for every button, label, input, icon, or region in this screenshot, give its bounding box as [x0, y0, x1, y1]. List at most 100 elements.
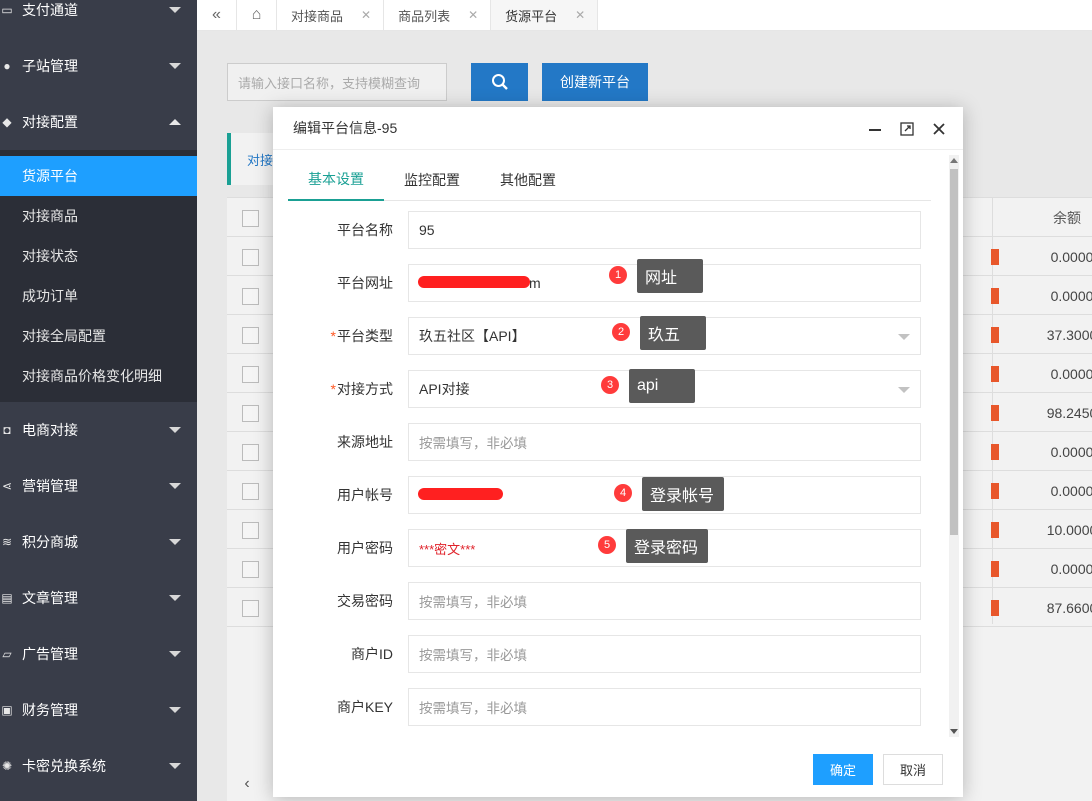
create-platform-button[interactable]: 创建新平台	[542, 63, 648, 101]
row-checkbox[interactable]	[242, 444, 259, 461]
sidebar-item-label: 财务管理	[22, 702, 78, 718]
sidebar-item-label: 成功订单	[22, 288, 78, 304]
tab-bar: « ⌂ 对接商品 ✕ 商品列表 ✕ 货源平台 ✕	[197, 0, 1092, 31]
close-icon[interactable]: ✕	[575, 8, 585, 22]
platform-type-value: 玖五社区【API】	[419, 328, 526, 344]
field-row-platform-name: 平台名称 95	[273, 211, 945, 249]
tab-docking-products[interactable]: 对接商品 ✕	[277, 0, 385, 30]
row-checkbox[interactable]	[242, 327, 259, 344]
row-checkbox[interactable]	[242, 249, 259, 266]
minimize-button[interactable]	[865, 119, 885, 139]
balance-cell: 10.0000	[1046, 521, 1092, 538]
confirm-button[interactable]: 确定	[813, 754, 873, 785]
chevron-down-icon	[169, 427, 181, 433]
chevron-down-icon	[169, 707, 181, 713]
search-button[interactable]	[471, 63, 528, 101]
card-icon: ▭	[1, 3, 13, 17]
merchant-key-input[interactable]: 按需填写，非必填	[408, 688, 921, 726]
redaction-mark	[418, 488, 503, 500]
platform-url-value: m	[529, 275, 541, 291]
user-icon: ●	[3, 59, 11, 73]
field-label: 商户KEY	[336, 699, 393, 715]
sidebar-subitem-docking-status[interactable]: 对接状态	[0, 236, 197, 276]
maximize-icon	[900, 122, 914, 136]
sidebar-item-card-exchange[interactable]: ✺ 卡密兑换系统	[0, 738, 197, 794]
required-mark: *	[330, 381, 336, 397]
tab-monitor-config[interactable]: 监控配置	[384, 159, 480, 201]
merchant-id-input[interactable]: 按需填写，非必填	[408, 635, 921, 673]
row-checkbox[interactable]	[242, 483, 259, 500]
row-checkbox[interactable]	[242, 561, 259, 578]
sidebar-item-finance[interactable]: ▣ 财务管理	[0, 682, 197, 738]
sidebar-item-points-mall[interactable]: ≋ 积分商城	[0, 514, 197, 570]
close-icon[interactable]: ✕	[468, 8, 478, 22]
tab-source-platform[interactable]: 货源平台 ✕	[491, 0, 599, 30]
sidebar-item-docking-config[interactable]: ◆ 对接配置	[0, 94, 197, 150]
modal-header: 编辑平台信息-95	[273, 107, 963, 150]
tab-product-list[interactable]: 商品列表 ✕	[384, 0, 492, 30]
field-label: 平台网址	[337, 275, 393, 291]
sidebar-item-label: 对接全局配置	[22, 328, 106, 344]
sidebar-item-label: 对接状态	[22, 248, 78, 264]
row-checkbox[interactable]	[242, 288, 259, 305]
minimize-icon	[869, 129, 881, 131]
row-checkbox[interactable]	[242, 600, 259, 617]
home-tab[interactable]: ⌂	[237, 0, 277, 30]
folder-icon: ▱	[2, 647, 12, 661]
annotation-callout: 登录密码	[626, 529, 708, 563]
annotation-callout: 登录帐号	[642, 477, 724, 511]
row-checkbox[interactable]	[242, 522, 259, 539]
field-label: * 平台类型	[273, 317, 393, 355]
platform-name-input[interactable]: 95	[408, 211, 921, 249]
ledger-icon: ▣	[1, 703, 13, 717]
sidebar-item-marketing[interactable]: ⋖ 营销管理	[0, 458, 197, 514]
pager-prev-button[interactable]: ‹	[227, 769, 267, 799]
close-button[interactable]	[929, 119, 949, 139]
chevron-down-icon	[898, 387, 910, 393]
field-row-merchant-key: 商户KEY 按需填写，非必填	[273, 688, 945, 726]
docking-method-value: API对接	[419, 381, 470, 397]
search-input[interactable]: 请输入接口名称，支持模糊查询	[227, 63, 447, 101]
tab-label: 对接商品	[291, 8, 344, 24]
select-all-checkbox[interactable]	[242, 210, 259, 227]
sidebar-item-label: 营销管理	[22, 478, 78, 494]
submenu-docking-config: 货源平台 对接商品 对接状态 成功订单 对接全局配置 对接商品价格变化明细	[0, 150, 197, 402]
scroll-down-icon[interactable]	[950, 729, 958, 734]
sidebar-item-label: 卡密兑换系统	[22, 758, 106, 774]
modal-scrollbar[interactable]	[949, 155, 959, 737]
sidebar-item-ads[interactable]: ▱ 广告管理	[0, 626, 197, 682]
maximize-button[interactable]	[897, 119, 917, 139]
sidebar-subitem-price-changes[interactable]: 对接商品价格变化明细	[0, 356, 197, 396]
sidebar-item-label: 文章管理	[22, 590, 78, 606]
row-checkbox[interactable]	[242, 405, 259, 422]
tab-basic-settings[interactable]: 基本设置	[288, 159, 384, 201]
field-label-text: 对接方式	[337, 381, 393, 397]
collapse-sidebar-button[interactable]: «	[197, 0, 237, 30]
sidebar-subitem-docking-products[interactable]: 对接商品	[0, 196, 197, 236]
sidebar-item-substation[interactable]: ● 子站管理	[0, 38, 197, 94]
coins-icon: ≋	[1, 535, 13, 549]
cancel-button[interactable]: 取消	[883, 754, 943, 785]
field-label: 平台名称	[337, 222, 393, 238]
close-icon[interactable]: ✕	[361, 8, 371, 22]
sidebar-subitem-success-orders[interactable]: 成功订单	[0, 276, 197, 316]
modal-tabs: 基本设置 监控配置 其他配置	[288, 159, 931, 201]
chevron-down-icon	[169, 63, 181, 69]
source-address-input[interactable]: 按需填写，非必填	[408, 423, 921, 461]
field-row-platform-type: * 平台类型 玖五社区【API】	[273, 317, 945, 355]
sidebar-item-ecommerce[interactable]: ◘ 电商对接	[0, 402, 197, 458]
status-badge	[991, 366, 999, 382]
trade-password-input[interactable]: 按需填写，非必填	[408, 582, 921, 620]
sidebar-subitem-source-platform[interactable]: 货源平台	[0, 156, 197, 196]
status-badge	[991, 444, 999, 460]
row-checkbox[interactable]	[242, 366, 259, 383]
scroll-up-icon[interactable]	[950, 158, 958, 163]
edit-platform-modal: 编辑平台信息-95 基本设置 监控配置 其他配置 平台名称 95 平台网址 m …	[273, 107, 963, 797]
chat-icon: ◆	[2, 115, 12, 129]
scroll-thumb[interactable]	[950, 169, 958, 535]
tab-other-config[interactable]: 其他配置	[480, 159, 576, 201]
sidebar-item-payment[interactable]: ▭ 支付通道	[0, 0, 197, 38]
sidebar-item-articles[interactable]: ▤ 文章管理	[0, 570, 197, 626]
sidebar-subitem-global-config[interactable]: 对接全局配置	[0, 316, 197, 356]
chevron-down-icon	[169, 539, 181, 545]
